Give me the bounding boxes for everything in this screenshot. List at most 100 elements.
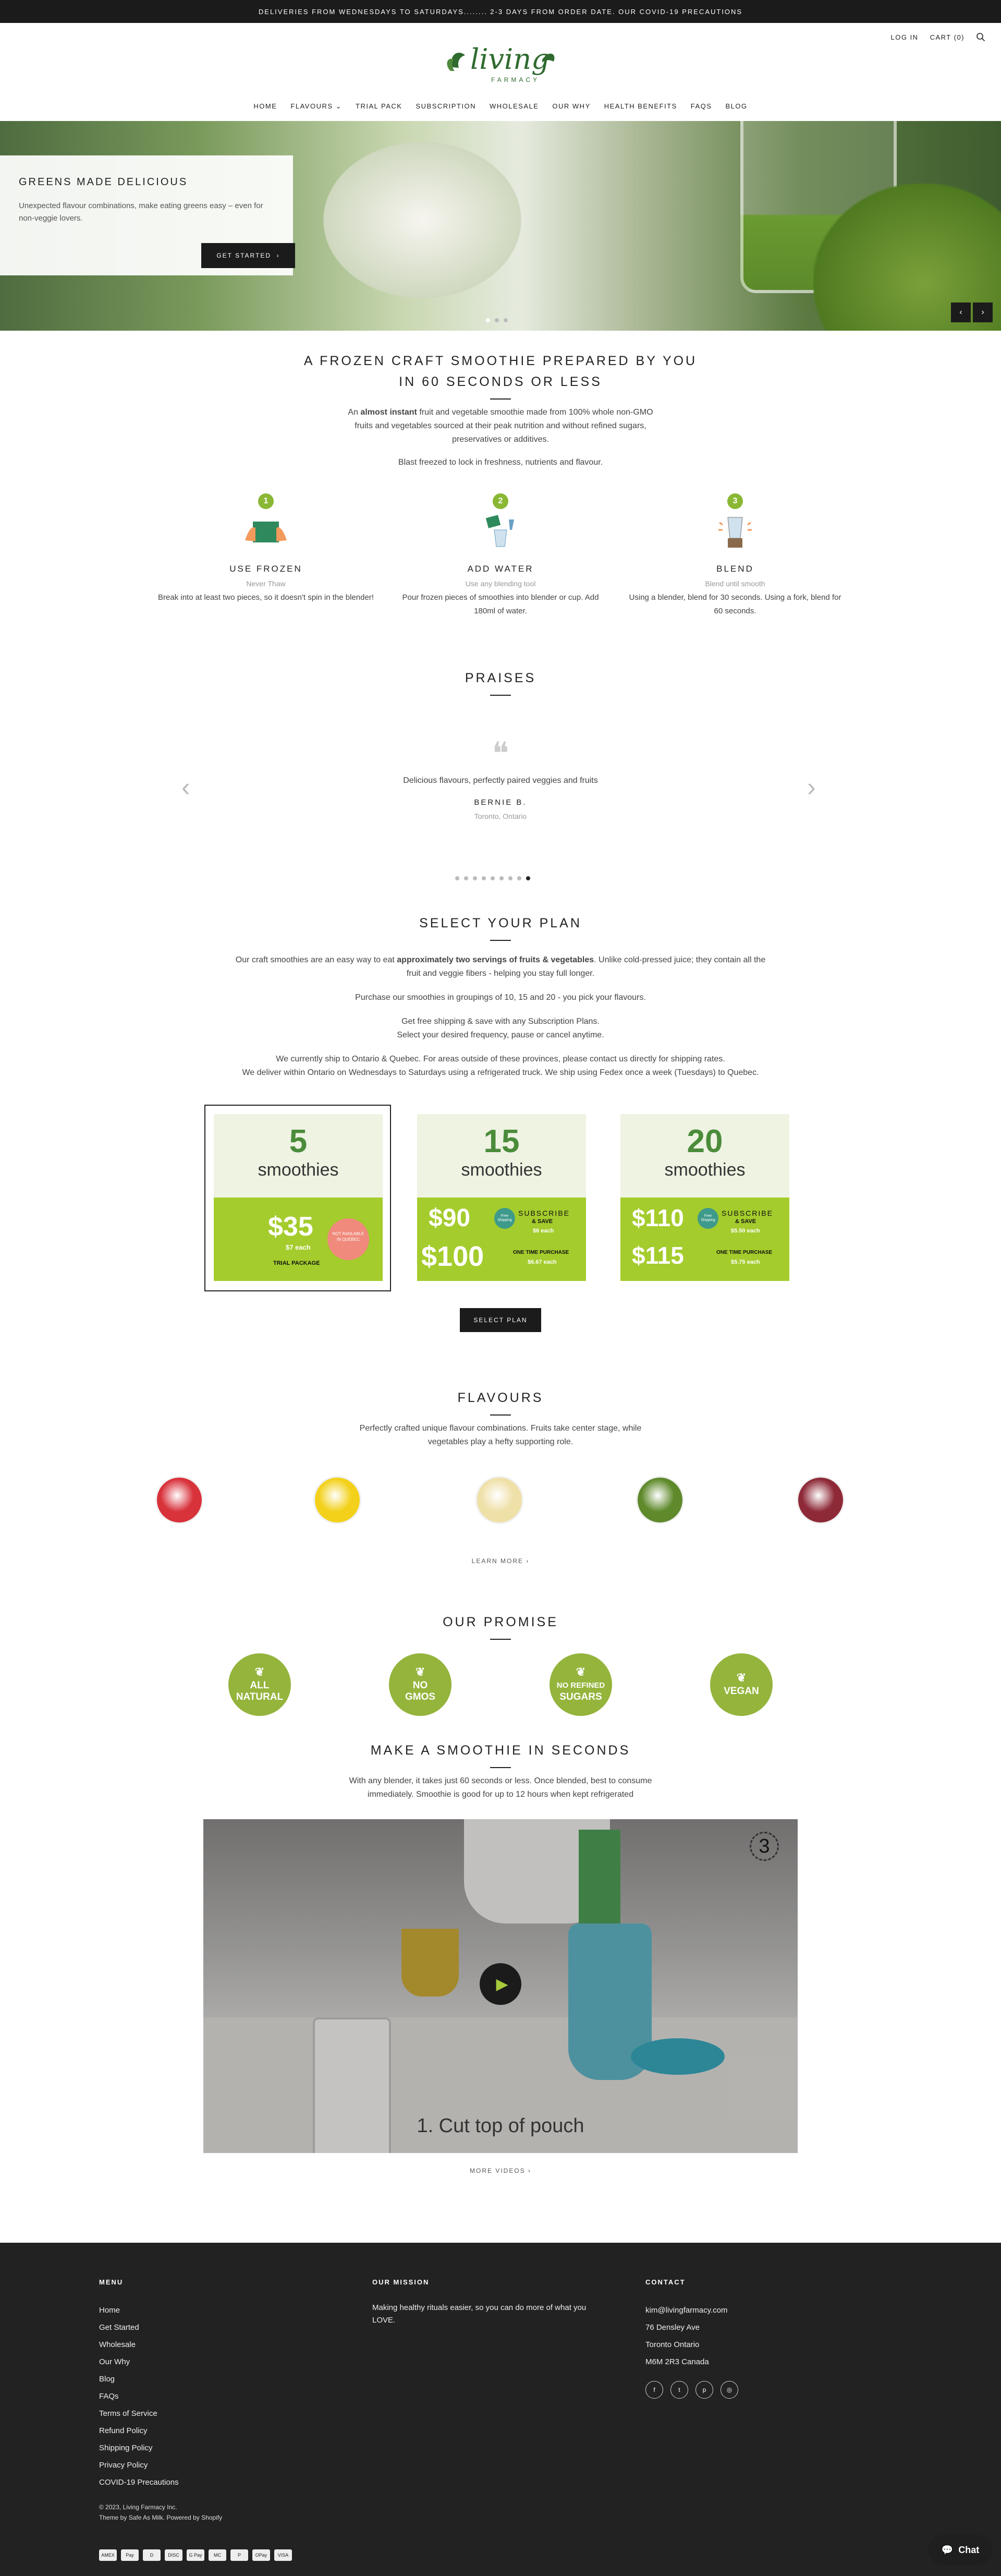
- nav-subscription[interactable]: SUBSCRIPTION: [416, 102, 476, 111]
- more-videos-label: MORE VIDEOS: [469, 2167, 526, 2174]
- testimonial-dot[interactable]: [482, 876, 486, 880]
- step-text: Pour frozen pieces of smoothies into ble…: [402, 593, 599, 615]
- plan-count: 20: [687, 1123, 723, 1159]
- facebook-icon[interactable]: f: [645, 2381, 663, 2399]
- footer-link-terms[interactable]: Terms of Service: [99, 2405, 308, 2422]
- hero-title: GREENS MADE DELICIOUS: [19, 176, 188, 188]
- footer-link-shipping[interactable]: Shipping Policy: [99, 2439, 308, 2457]
- play-button[interactable]: ▶: [480, 1963, 521, 2005]
- testimonial-author: BERNIE B.: [474, 798, 527, 807]
- flavours-line2: vegetables play a hefty supporting role.: [428, 1437, 573, 1446]
- footer-mission-text: Making healthy rituals easier, so you ca…: [372, 2303, 587, 2325]
- testimonial-dot[interactable]: [499, 876, 504, 880]
- nav-wholesale[interactable]: WHOLESALE: [490, 102, 539, 111]
- twitter-icon[interactable]: t: [670, 2381, 688, 2399]
- footer-link-home[interactable]: Home: [99, 2302, 308, 2319]
- testimonial-dot[interactable]: [508, 876, 512, 880]
- nav-flavours[interactable]: FLAVOURS ⌄: [290, 102, 342, 111]
- slide-dot[interactable]: [495, 318, 499, 322]
- pinterest-icon[interactable]: p: [695, 2381, 713, 2399]
- login-link[interactable]: LOG IN: [891, 33, 919, 41]
- cart-link[interactable]: CART (0): [930, 33, 965, 41]
- nav-blog[interactable]: BLOG: [725, 102, 747, 111]
- slide-dot[interactable]: [486, 318, 490, 322]
- plan-price: $35: [268, 1212, 313, 1242]
- blender-icon: [718, 517, 752, 548]
- get-started-label: GET STARTED: [216, 252, 271, 259]
- prev-testimonial-button[interactable]: ‹: [181, 772, 190, 802]
- flavour-swatch-green[interactable]: [636, 1476, 684, 1524]
- slide-dot[interactable]: [504, 318, 508, 322]
- footer-link-privacy[interactable]: Privacy Policy: [99, 2457, 308, 2474]
- instagram-icon[interactable]: ◎: [721, 2381, 738, 2399]
- announcement-bar[interactable]: DELIVERIES FROM WEDNESDAYS TO SATURDAYS.…: [0, 0, 1001, 23]
- plan-card-5[interactable]: 5 smoothies $35 $7 each TRIAL PACKAGE NOT…: [214, 1114, 383, 1283]
- chat-label: Chat: [958, 2544, 980, 2555]
- more-videos-link[interactable]: MORE VIDEOS ›: [0, 2167, 1001, 2174]
- next-slide-button[interactable]: ›: [973, 303, 993, 322]
- plan-section: SELECT YOUR PLAN Our craft smoothies are…: [0, 913, 1001, 1080]
- contact-email[interactable]: kim@livingfarmacy.com: [645, 2302, 854, 2319]
- flavour-swatch-yellow[interactable]: [313, 1476, 361, 1524]
- step-use-frozen: 1 USE FROZEN Never Thaw Break into at le…: [156, 493, 375, 604]
- chat-button[interactable]: 💬 Chat: [928, 2535, 993, 2565]
- video-step-number: 3: [750, 1832, 779, 1861]
- nav-trial-pack[interactable]: TRIAL PACK: [356, 102, 402, 111]
- testimonial-dot[interactable]: [464, 876, 468, 880]
- next-testimonial-button[interactable]: ›: [807, 772, 816, 802]
- flavour-swatch-red[interactable]: [155, 1476, 203, 1524]
- video-player[interactable]: 3 ▶ 1. Cut top of pouch: [203, 1819, 798, 2153]
- footer-link-wholesale[interactable]: Wholesale: [99, 2336, 308, 2353]
- testimonial-dot-active[interactable]: [526, 876, 530, 880]
- footer-link-covid[interactable]: COVID-19 Precautions: [99, 2474, 308, 2491]
- testimonial-dot[interactable]: [517, 876, 521, 880]
- plan-unit: smoothies: [258, 1160, 339, 1180]
- plan-card-20[interactable]: 20 smoothies $110 Free Shipping SUBSCRIBE…: [620, 1114, 789, 1283]
- slide-dots: [486, 318, 508, 322]
- mastercard-icon: MC: [209, 2549, 226, 2561]
- footer-link-get-started[interactable]: Get Started: [99, 2319, 308, 2336]
- prev-slide-button[interactable]: ‹: [951, 303, 971, 322]
- intro-line4: Blast freezed to lock in freshness, nutr…: [398, 458, 603, 467]
- plan-text-1: Our craft smoothies are an easy way to e…: [235, 956, 766, 964]
- footer-link-faqs[interactable]: FAQs: [99, 2388, 308, 2405]
- testimonial-dot[interactable]: [455, 876, 459, 880]
- plan-each-once: $5.75 each: [731, 1259, 760, 1265]
- footer-menu-title: MENU: [99, 2278, 124, 2286]
- testimonial-dot[interactable]: [473, 876, 477, 880]
- footer-contact-title: CONTACT: [645, 2278, 686, 2286]
- footer-theme-credit[interactable]: Theme by Safe As Milk. Powered by Shopif…: [99, 2514, 222, 2521]
- site-logo[interactable]: living FARMACY: [443, 39, 558, 91]
- flavours-line1: Perfectly crafted unique flavour combina…: [359, 1424, 642, 1433]
- select-plan-button[interactable]: SELECT PLAN: [460, 1308, 541, 1332]
- testimonial-dot[interactable]: [491, 876, 495, 880]
- learn-more-link[interactable]: LEARN MORE ›: [0, 1557, 1001, 1565]
- hero-caption: GREENS MADE DELICIOUS Unexpected flavour…: [0, 155, 295, 275]
- plan-save: & SAVE: [532, 1218, 553, 1225]
- nav-home[interactable]: HOME: [253, 102, 277, 111]
- flavour-swatch-berry[interactable]: [797, 1476, 845, 1524]
- footer-mission-title: OUR MISSION: [372, 2278, 430, 2286]
- footer-link-blog[interactable]: Blog: [99, 2371, 308, 2388]
- nav-faqs[interactable]: FAQS: [691, 102, 712, 111]
- footer-mission: OUR MISSION Making healthy rituals easie…: [372, 2278, 591, 2327]
- footer-copyright: © 2023, Living Farmacy Inc.: [99, 2504, 177, 2511]
- nav-health-benefits[interactable]: HEALTH BENEFITS: [604, 102, 677, 111]
- plan-card-15[interactable]: 15 smoothies $90 Free Shipping SUBSCRIBE …: [417, 1114, 586, 1283]
- flavour-swatch-cream[interactable]: [475, 1476, 523, 1524]
- search-icon[interactable]: [976, 32, 985, 42]
- footer-link-our-why[interactable]: Our Why: [99, 2353, 308, 2371]
- chevron-right-icon: ›: [528, 2167, 532, 2174]
- social-links: f t p ◎: [645, 2381, 854, 2399]
- site-footer: MENU Home Get Started Wholesale Our Why …: [0, 2243, 1001, 2576]
- amex-icon: AMEX: [99, 2549, 117, 2561]
- intro-line1: An almost instant fruit and vegetable sm…: [348, 408, 653, 417]
- promise-all-natural: ❦ ALL NATURAL: [228, 1653, 291, 1716]
- footer-link-refund[interactable]: Refund Policy: [99, 2422, 308, 2439]
- intro-line3: preservatives or additives.: [452, 435, 549, 444]
- promise-no-gmos: ❦ NO GMOS: [389, 1653, 451, 1716]
- step-text: Using a blender, blend for 30 seconds. U…: [629, 593, 841, 615]
- contact-address-3: M6M 2R3 Canada: [645, 2357, 709, 2366]
- get-started-button[interactable]: GET STARTED ›: [201, 243, 295, 268]
- nav-our-why[interactable]: OUR WHY: [552, 102, 590, 111]
